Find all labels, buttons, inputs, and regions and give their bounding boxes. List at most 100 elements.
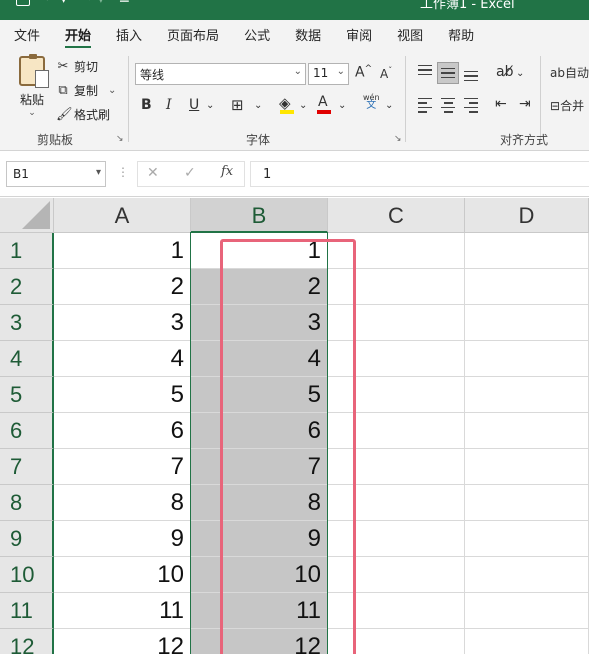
cell-b[interactable]: 2 [191, 269, 328, 305]
row-header[interactable]: 11 [0, 593, 54, 629]
align-bottom-button[interactable] [460, 62, 482, 84]
undo-icon[interactable]: ↶ ▾ [44, 0, 67, 6]
border-icon[interactable]: ⊞ [231, 96, 244, 114]
row-header[interactable]: 9 [0, 521, 54, 557]
font-size-select[interactable]: 11 ⌄ [308, 63, 349, 85]
cell-c[interactable] [328, 413, 465, 449]
cut-button[interactable]: ✂ 剪切 [56, 58, 98, 75]
align-right-button[interactable] [460, 94, 482, 116]
cell-a[interactable]: 5 [54, 377, 191, 413]
increase-font-button[interactable]: A^ [355, 64, 372, 81]
underline-dropdown-icon[interactable]: ⌄ [206, 100, 214, 111]
tab-help[interactable]: 帮助 [448, 21, 474, 48]
font-launcher-icon[interactable]: ↘ [394, 134, 402, 144]
enter-icon[interactable]: ✓ [184, 165, 196, 181]
column-header-c[interactable]: C [328, 198, 465, 233]
cell-c[interactable] [328, 629, 465, 654]
paste-button[interactable]: 粘贴 ⌄ [14, 54, 50, 118]
tab-page-layout[interactable]: 页面布局 [167, 21, 219, 48]
font-color-button[interactable]: A [318, 94, 328, 110]
tab-file[interactable]: 文件 [14, 21, 40, 48]
cell-c[interactable] [328, 449, 465, 485]
row-header[interactable]: 4 [0, 341, 54, 377]
select-all-button[interactable] [0, 198, 54, 233]
clipboard-launcher-icon[interactable]: ↘ [116, 134, 124, 144]
align-center-button[interactable] [437, 94, 459, 116]
cell-c[interactable] [328, 557, 465, 593]
phonetic-dropdown-icon[interactable]: ⌄ [385, 100, 393, 111]
save-icon[interactable] [16, 0, 30, 6]
merge-center-button[interactable]: ⊟合并 [550, 97, 584, 114]
copy-dropdown-icon[interactable]: ⌄ [108, 85, 116, 96]
format-painter-button[interactable]: 🖌 格式刷 [56, 106, 110, 123]
tab-home[interactable]: 开始 [65, 21, 92, 49]
italic-button[interactable]: I [166, 97, 172, 113]
cell-b[interactable]: 6 [191, 413, 328, 449]
increase-indent-icon[interactable]: ⇥ [519, 96, 531, 112]
cell-d[interactable] [465, 593, 589, 629]
align-top-button[interactable] [414, 62, 436, 84]
decrease-indent-icon[interactable]: ⇤ [495, 96, 507, 112]
tab-insert[interactable]: 插入 [116, 21, 142, 48]
column-header-b[interactable]: B [191, 198, 328, 233]
cell-a[interactable]: 1 [54, 233, 191, 269]
cell-a[interactable]: 10 [54, 557, 191, 593]
cell-c[interactable] [328, 593, 465, 629]
cell-b[interactable]: 1 [191, 233, 328, 269]
wrap-text-button[interactable]: ab自动 [550, 64, 589, 81]
border-dropdown-icon[interactable]: ⌄ [254, 100, 262, 111]
cell-a[interactable]: 11 [54, 593, 191, 629]
cell-b[interactable]: 8 [191, 485, 328, 521]
cell-b[interactable]: 3 [191, 305, 328, 341]
tab-review[interactable]: 审阅 [346, 21, 372, 48]
cell-c[interactable] [328, 269, 465, 305]
cell-c[interactable] [328, 305, 465, 341]
align-left-button[interactable] [414, 94, 436, 116]
cell-b[interactable]: 12 [191, 629, 328, 654]
cell-d[interactable] [465, 269, 589, 305]
cell-a[interactable]: 7 [54, 449, 191, 485]
cell-c[interactable] [328, 485, 465, 521]
cell-d[interactable] [465, 341, 589, 377]
cell-a[interactable]: 4 [54, 341, 191, 377]
cell-a[interactable]: 2 [54, 269, 191, 305]
cell-a[interactable]: 6 [54, 413, 191, 449]
row-header[interactable]: 8 [0, 485, 54, 521]
cancel-icon[interactable]: ✕ [147, 165, 159, 181]
row-header[interactable]: 1 [0, 233, 54, 269]
cell-d[interactable] [465, 377, 589, 413]
row-header[interactable]: 3 [0, 305, 54, 341]
tab-data[interactable]: 数据 [295, 21, 321, 48]
cell-a[interactable]: 3 [54, 305, 191, 341]
cell-d[interactable] [465, 233, 589, 269]
cell-b[interactable]: 5 [191, 377, 328, 413]
cell-d[interactable] [465, 485, 589, 521]
row-header[interactable]: 12 [0, 629, 54, 654]
cell-d[interactable] [465, 521, 589, 557]
row-header[interactable]: 6 [0, 413, 54, 449]
font-color-dropdown-icon[interactable]: ⌄ [338, 100, 346, 111]
copy-button[interactable]: ⧉ 复制 ⌄ [56, 82, 116, 99]
insert-function-icon[interactable]: fx [221, 164, 233, 179]
cell-a[interactable]: 8 [54, 485, 191, 521]
cell-d[interactable] [465, 413, 589, 449]
cell-a[interactable]: 9 [54, 521, 191, 557]
underline-button[interactable]: U [189, 97, 199, 113]
orientation-icon[interactable]: ab̸ [496, 64, 513, 80]
cell-b[interactable]: 11 [191, 593, 328, 629]
cell-b[interactable]: 4 [191, 341, 328, 377]
cell-d[interactable] [465, 305, 589, 341]
cell-d[interactable] [465, 449, 589, 485]
tab-view[interactable]: 视图 [397, 21, 423, 48]
row-header[interactable]: 2 [0, 269, 54, 305]
tab-formulas[interactable]: 公式 [244, 21, 270, 48]
row-header[interactable]: 7 [0, 449, 54, 485]
align-middle-button[interactable] [437, 62, 459, 84]
cell-b[interactable]: 7 [191, 449, 328, 485]
cell-d[interactable] [465, 629, 589, 654]
decrease-font-button[interactable]: Aˇ [380, 66, 392, 81]
cell-c[interactable] [328, 377, 465, 413]
row-header[interactable]: 5 [0, 377, 54, 413]
phonetic-guide-button[interactable]: wén 文 [363, 94, 380, 111]
cell-b[interactable]: 9 [191, 521, 328, 557]
